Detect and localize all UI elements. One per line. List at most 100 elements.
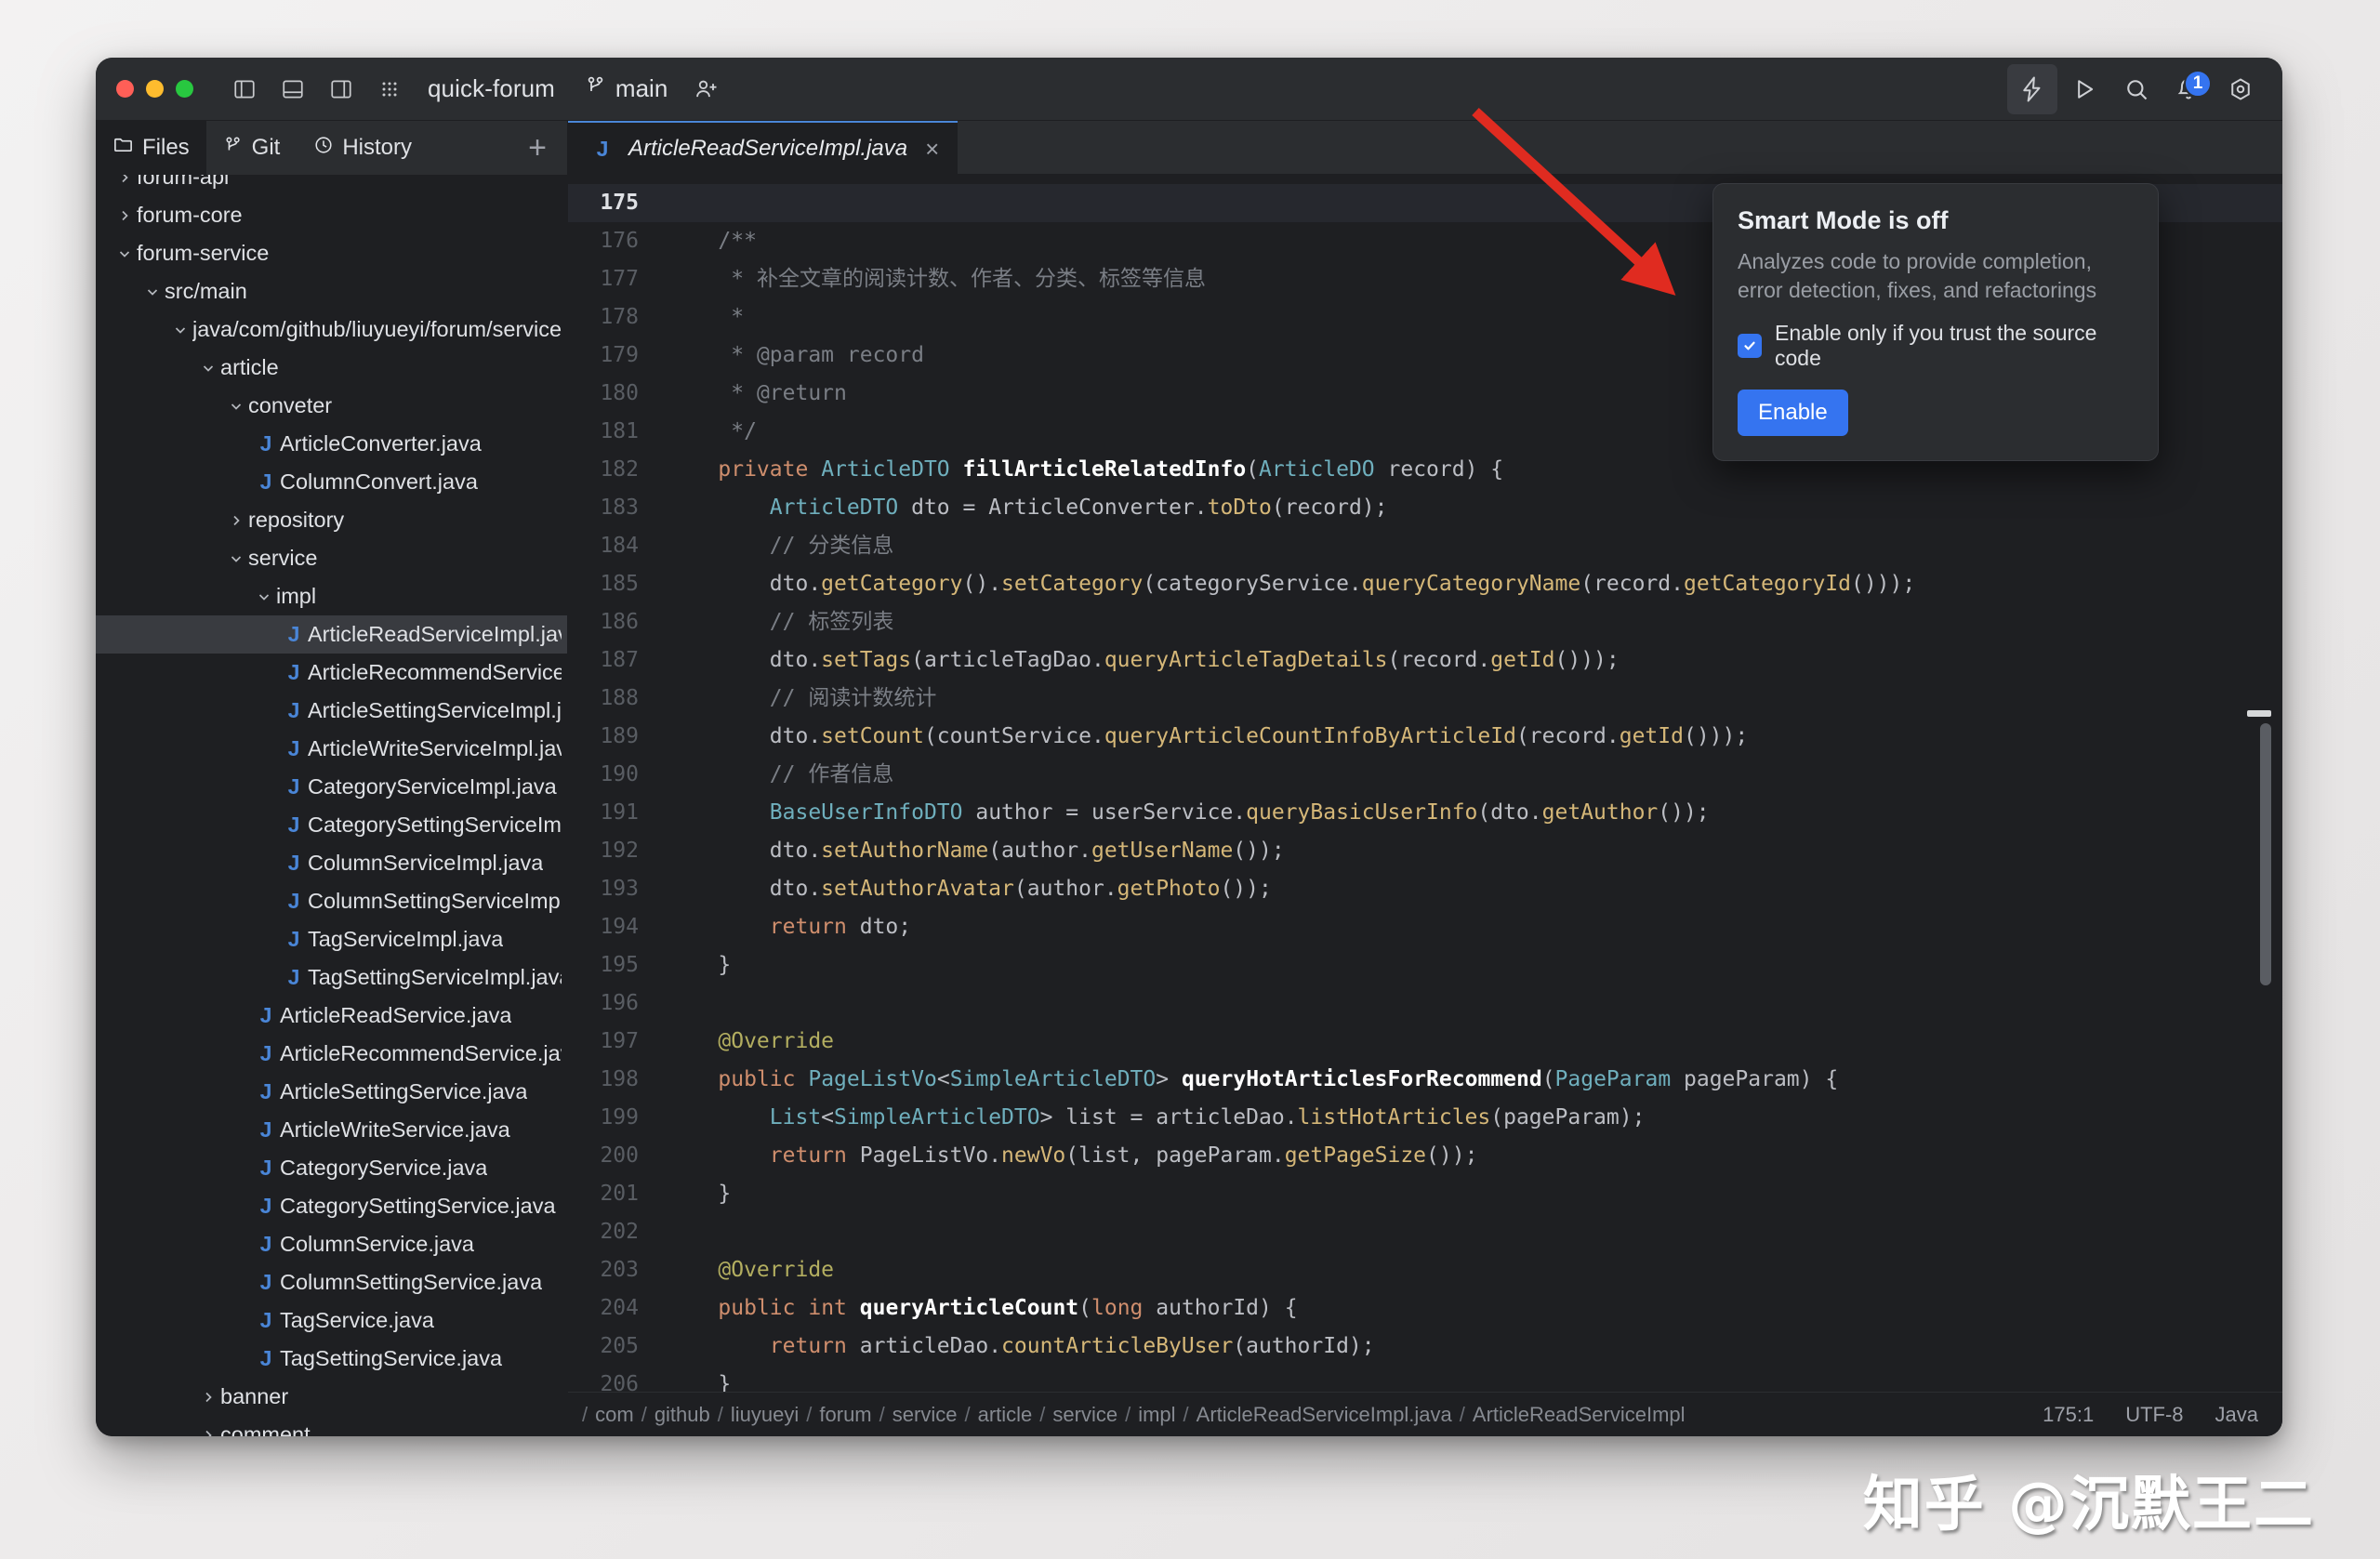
chevron-right-icon[interactable] <box>224 513 248 528</box>
breadcrumb[interactable]: / com / github / liuyueyi / forum / service / artic… <box>577 1403 1688 1427</box>
tree-folder-row[interactable]: service <box>96 539 567 577</box>
tree-file-row[interactable]: J ArticleReadServiceImpl.java <box>96 615 567 654</box>
chevron-down-icon[interactable] <box>224 551 248 566</box>
tree-file-row[interactable]: J TagServiceImpl.java <box>96 920 567 958</box>
tree-file-row[interactable]: J ColumnSettingService.java <box>96 1263 567 1301</box>
settings-gear-icon[interactable] <box>2215 64 2266 114</box>
tree-file-row[interactable]: J ArticleSettingService.java <box>96 1073 567 1111</box>
code-line[interactable]: // 标签列表 <box>667 603 2282 641</box>
code-line[interactable]: dto.setTags(articleTagDao.queryArticleTa… <box>667 641 2282 680</box>
project-name[interactable]: quick-forum <box>428 74 555 103</box>
code-line[interactable]: // 分类信息 <box>667 527 2282 565</box>
zoom-window-button[interactable] <box>176 80 193 98</box>
code-line[interactable]: return dto; <box>667 908 2282 946</box>
bottom-panel-icon[interactable] <box>273 70 312 109</box>
enable-button[interactable]: Enable <box>1738 389 1848 436</box>
code-line[interactable]: // 阅读计数统计 <box>667 680 2282 718</box>
code-line[interactable] <box>667 984 2282 1023</box>
code-line[interactable]: dto.setCount(countService.queryArticleCo… <box>667 718 2282 756</box>
run-icon[interactable] <box>2059 64 2109 114</box>
tree-file-row[interactable]: J ArticleSettingServiceImpl.java <box>96 692 567 730</box>
tree-folder-row[interactable]: comment <box>96 1416 567 1436</box>
tree-file-row[interactable]: J ArticleRecommendService.java <box>96 1035 567 1073</box>
tree-folder-row[interactable]: banner <box>96 1378 567 1416</box>
close-tab-icon[interactable]: × <box>925 135 939 164</box>
sidebar-tab-git[interactable]: Git <box>206 121 298 175</box>
tree-file-row[interactable]: J CategorySettingServiceImpl.java <box>96 806 567 844</box>
breadcrumb-item[interactable]: forum <box>816 1403 874 1426</box>
tree-folder-row[interactable]: forum-api <box>96 175 567 196</box>
breadcrumb-item[interactable]: liuyueyi <box>728 1403 801 1426</box>
add-collaborator-icon[interactable] <box>694 76 720 102</box>
code-line[interactable]: return articleDao.countArticleByUser(aut… <box>667 1328 2282 1366</box>
left-panel-icon[interactable] <box>225 70 264 109</box>
breadcrumb-item[interactable]: service <box>890 1403 960 1426</box>
tree-folder-row[interactable]: impl <box>96 577 567 615</box>
code-line[interactable]: @Override <box>667 1251 2282 1289</box>
tree-file-row[interactable]: J CategoryService.java <box>96 1149 567 1187</box>
chevron-right-icon[interactable] <box>196 1428 220 1436</box>
file-encoding[interactable]: UTF-8 <box>2125 1403 2183 1427</box>
chevron-right-icon[interactable] <box>196 1390 220 1405</box>
code-line[interactable]: return PageListVo.newVo(list, pageParam.… <box>667 1137 2282 1175</box>
code-line[interactable]: public int queryArticleCount(long author… <box>667 1289 2282 1328</box>
chevron-down-icon[interactable] <box>168 323 192 337</box>
close-window-button[interactable] <box>116 80 134 98</box>
breadcrumb-item[interactable]: service <box>1050 1403 1120 1426</box>
tree-file-row[interactable]: J TagService.java <box>96 1301 567 1340</box>
breadcrumb-item[interactable]: ArticleReadServiceImpl <box>1470 1403 1688 1426</box>
code-line[interactable]: } <box>667 1175 2282 1213</box>
sidebar-tab-files[interactable]: Files <box>96 121 206 175</box>
code-line[interactable]: ArticleDTO dto = ArticleConverter.toDto(… <box>667 489 2282 527</box>
file-tree[interactable]: forum-api forum-core forum-service src/main… <box>96 175 567 1436</box>
chevron-down-icon[interactable] <box>224 399 248 414</box>
tree-folder-row[interactable]: forum-core <box>96 196 567 234</box>
tree-file-row[interactable]: J ArticleReadService.java <box>96 997 567 1035</box>
notifications-icon[interactable]: 1 <box>2163 64 2214 114</box>
breadcrumb-item[interactable]: com <box>592 1403 637 1426</box>
tree-folder-row[interactable]: forum-service <box>96 234 567 272</box>
tree-file-row[interactable]: J CategorySettingService.java <box>96 1187 567 1225</box>
tree-folder-row[interactable]: article <box>96 349 567 387</box>
tree-folder-row[interactable]: repository <box>96 501 567 539</box>
code-line[interactable]: // 作者信息 <box>667 756 2282 794</box>
chevron-right-icon[interactable] <box>112 208 137 223</box>
right-panel-icon[interactable] <box>322 70 361 109</box>
sidebar-tab-history[interactable]: History <box>297 121 429 175</box>
tree-file-row[interactable]: J TagSettingService.java <box>96 1340 567 1378</box>
grid-apps-icon[interactable] <box>370 70 409 109</box>
tree-file-row[interactable]: J ArticleWriteServiceImpl.java <box>96 730 567 768</box>
code-line[interactable]: public PageListVo<SimpleArticleDTO> quer… <box>667 1061 2282 1099</box>
breadcrumb-item[interactable]: ArticleReadServiceImpl.java <box>1194 1403 1455 1426</box>
chevron-down-icon[interactable] <box>252 589 276 604</box>
editor-tab-active[interactable]: J ArticleReadServiceImpl.java × <box>568 121 959 175</box>
lightning-icon[interactable] <box>2007 64 2057 114</box>
chevron-down-icon[interactable] <box>140 284 165 299</box>
chevron-down-icon[interactable] <box>196 361 220 376</box>
code-line[interactable]: dto.setAuthorAvatar(author.getPhoto()); <box>667 870 2282 908</box>
file-language[interactable]: Java <box>2215 1403 2258 1427</box>
code-line[interactable]: dto.setAuthorName(author.getUserName()); <box>667 832 2282 870</box>
code-line[interactable]: } <box>667 1366 2282 1392</box>
tree-file-row[interactable]: J ColumnSettingServiceImpl.java <box>96 882 567 920</box>
tree-file-row[interactable]: J TagSettingServiceImpl.java <box>96 958 567 997</box>
trust-source-checkbox-row[interactable]: Enable only if you trust the source code <box>1738 321 2134 371</box>
tree-file-row[interactable]: J ColumnService.java <box>96 1225 567 1263</box>
tree-folder-row[interactable]: conveter <box>96 387 567 425</box>
checkbox-checked-icon[interactable] <box>1738 333 1762 358</box>
minimize-window-button[interactable] <box>146 80 164 98</box>
code-line[interactable]: List<SimpleArticleDTO> list = articleDao… <box>667 1099 2282 1137</box>
breadcrumb-item[interactable]: github <box>652 1403 713 1426</box>
tree-file-row[interactable]: J CategoryServiceImpl.java <box>96 768 567 806</box>
code-line[interactable]: } <box>667 946 2282 984</box>
search-icon[interactable] <box>2111 64 2162 114</box>
tree-file-row[interactable]: J ColumnConvert.java <box>96 463 567 501</box>
tree-file-row[interactable]: J ArticleWriteService.java <box>96 1111 567 1149</box>
tree-file-row[interactable]: J ArticleRecommendServiceImpl.java <box>96 654 567 692</box>
chevron-right-icon[interactable] <box>112 175 137 185</box>
tree-file-row[interactable]: J ArticleConverter.java <box>96 425 567 463</box>
tree-folder-row[interactable]: java/com/github/liuyueyi/forum/service <box>96 310 567 349</box>
tree-file-row[interactable]: J ColumnServiceImpl.java <box>96 844 567 882</box>
add-tab-button[interactable]: + <box>528 132 547 164</box>
code-line[interactable]: BaseUserInfoDTO author = userService.que… <box>667 794 2282 832</box>
